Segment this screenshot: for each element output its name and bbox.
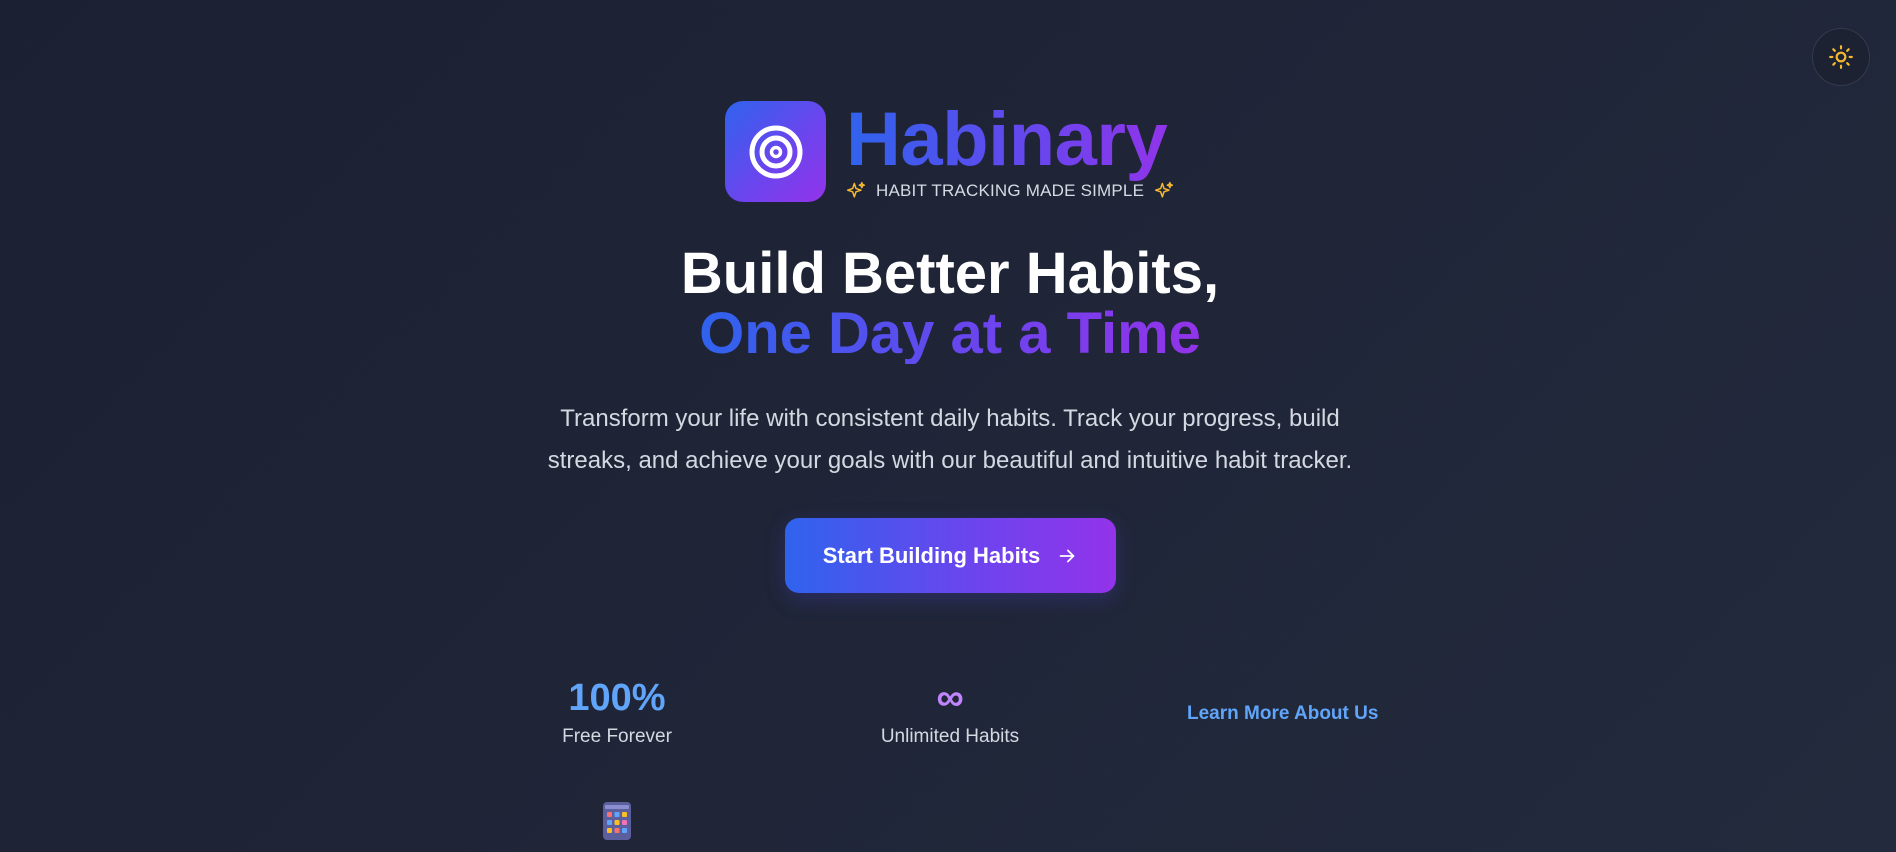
- arrow-right-icon: [1056, 545, 1078, 567]
- tagline-text: HABIT TRACKING MADE SIMPLE: [876, 181, 1145, 200]
- headline-line-2: One Day at a Time: [699, 301, 1201, 366]
- hero-description: Transform your life with consistent dail…: [510, 398, 1390, 482]
- stat-unlimited-habits: ∞ Unlimited Habits: [850, 676, 1050, 748]
- stat-label: Free Forever: [562, 726, 672, 747]
- brand-logo: [725, 101, 826, 202]
- stat-label: Unlimited Habits: [880, 726, 1020, 747]
- brand-header: Habinary HABIT TRACKING MADE SIMPLE: [725, 99, 1174, 202]
- infinity-icon: ∞: [936, 677, 964, 719]
- headline-line-1: Build Better Habits,: [680, 241, 1220, 306]
- hero-description-line-1: Transform your life with consistent dail…: [560, 405, 1340, 432]
- stat-value: 100%: [568, 677, 666, 719]
- start-building-habits-button[interactable]: Start Building Habits: [785, 518, 1116, 593]
- sparkle-icon: [846, 181, 866, 201]
- hero-description-line-2: streaks, and achieve your goals with our…: [547, 447, 1353, 474]
- sun-icon: [1829, 45, 1853, 69]
- cta-label: Start Building Habits: [822, 542, 1041, 568]
- hero-headline: Build Better Habits, One Day at a Time: [0, 244, 1896, 364]
- stat-free-forever: 100% Free Forever: [537, 676, 697, 748]
- calendar-icon: [603, 802, 631, 845]
- target-icon: [749, 125, 802, 178]
- sparkle-icon: [1154, 181, 1174, 201]
- brand-name: Habinary: [846, 99, 1174, 181]
- learn-more-link[interactable]: Learn More About Us: [1187, 703, 1378, 725]
- theme-toggle-button[interactable]: [1812, 28, 1870, 86]
- brand-tagline: HABIT TRACKING MADE SIMPLE: [846, 181, 1174, 201]
